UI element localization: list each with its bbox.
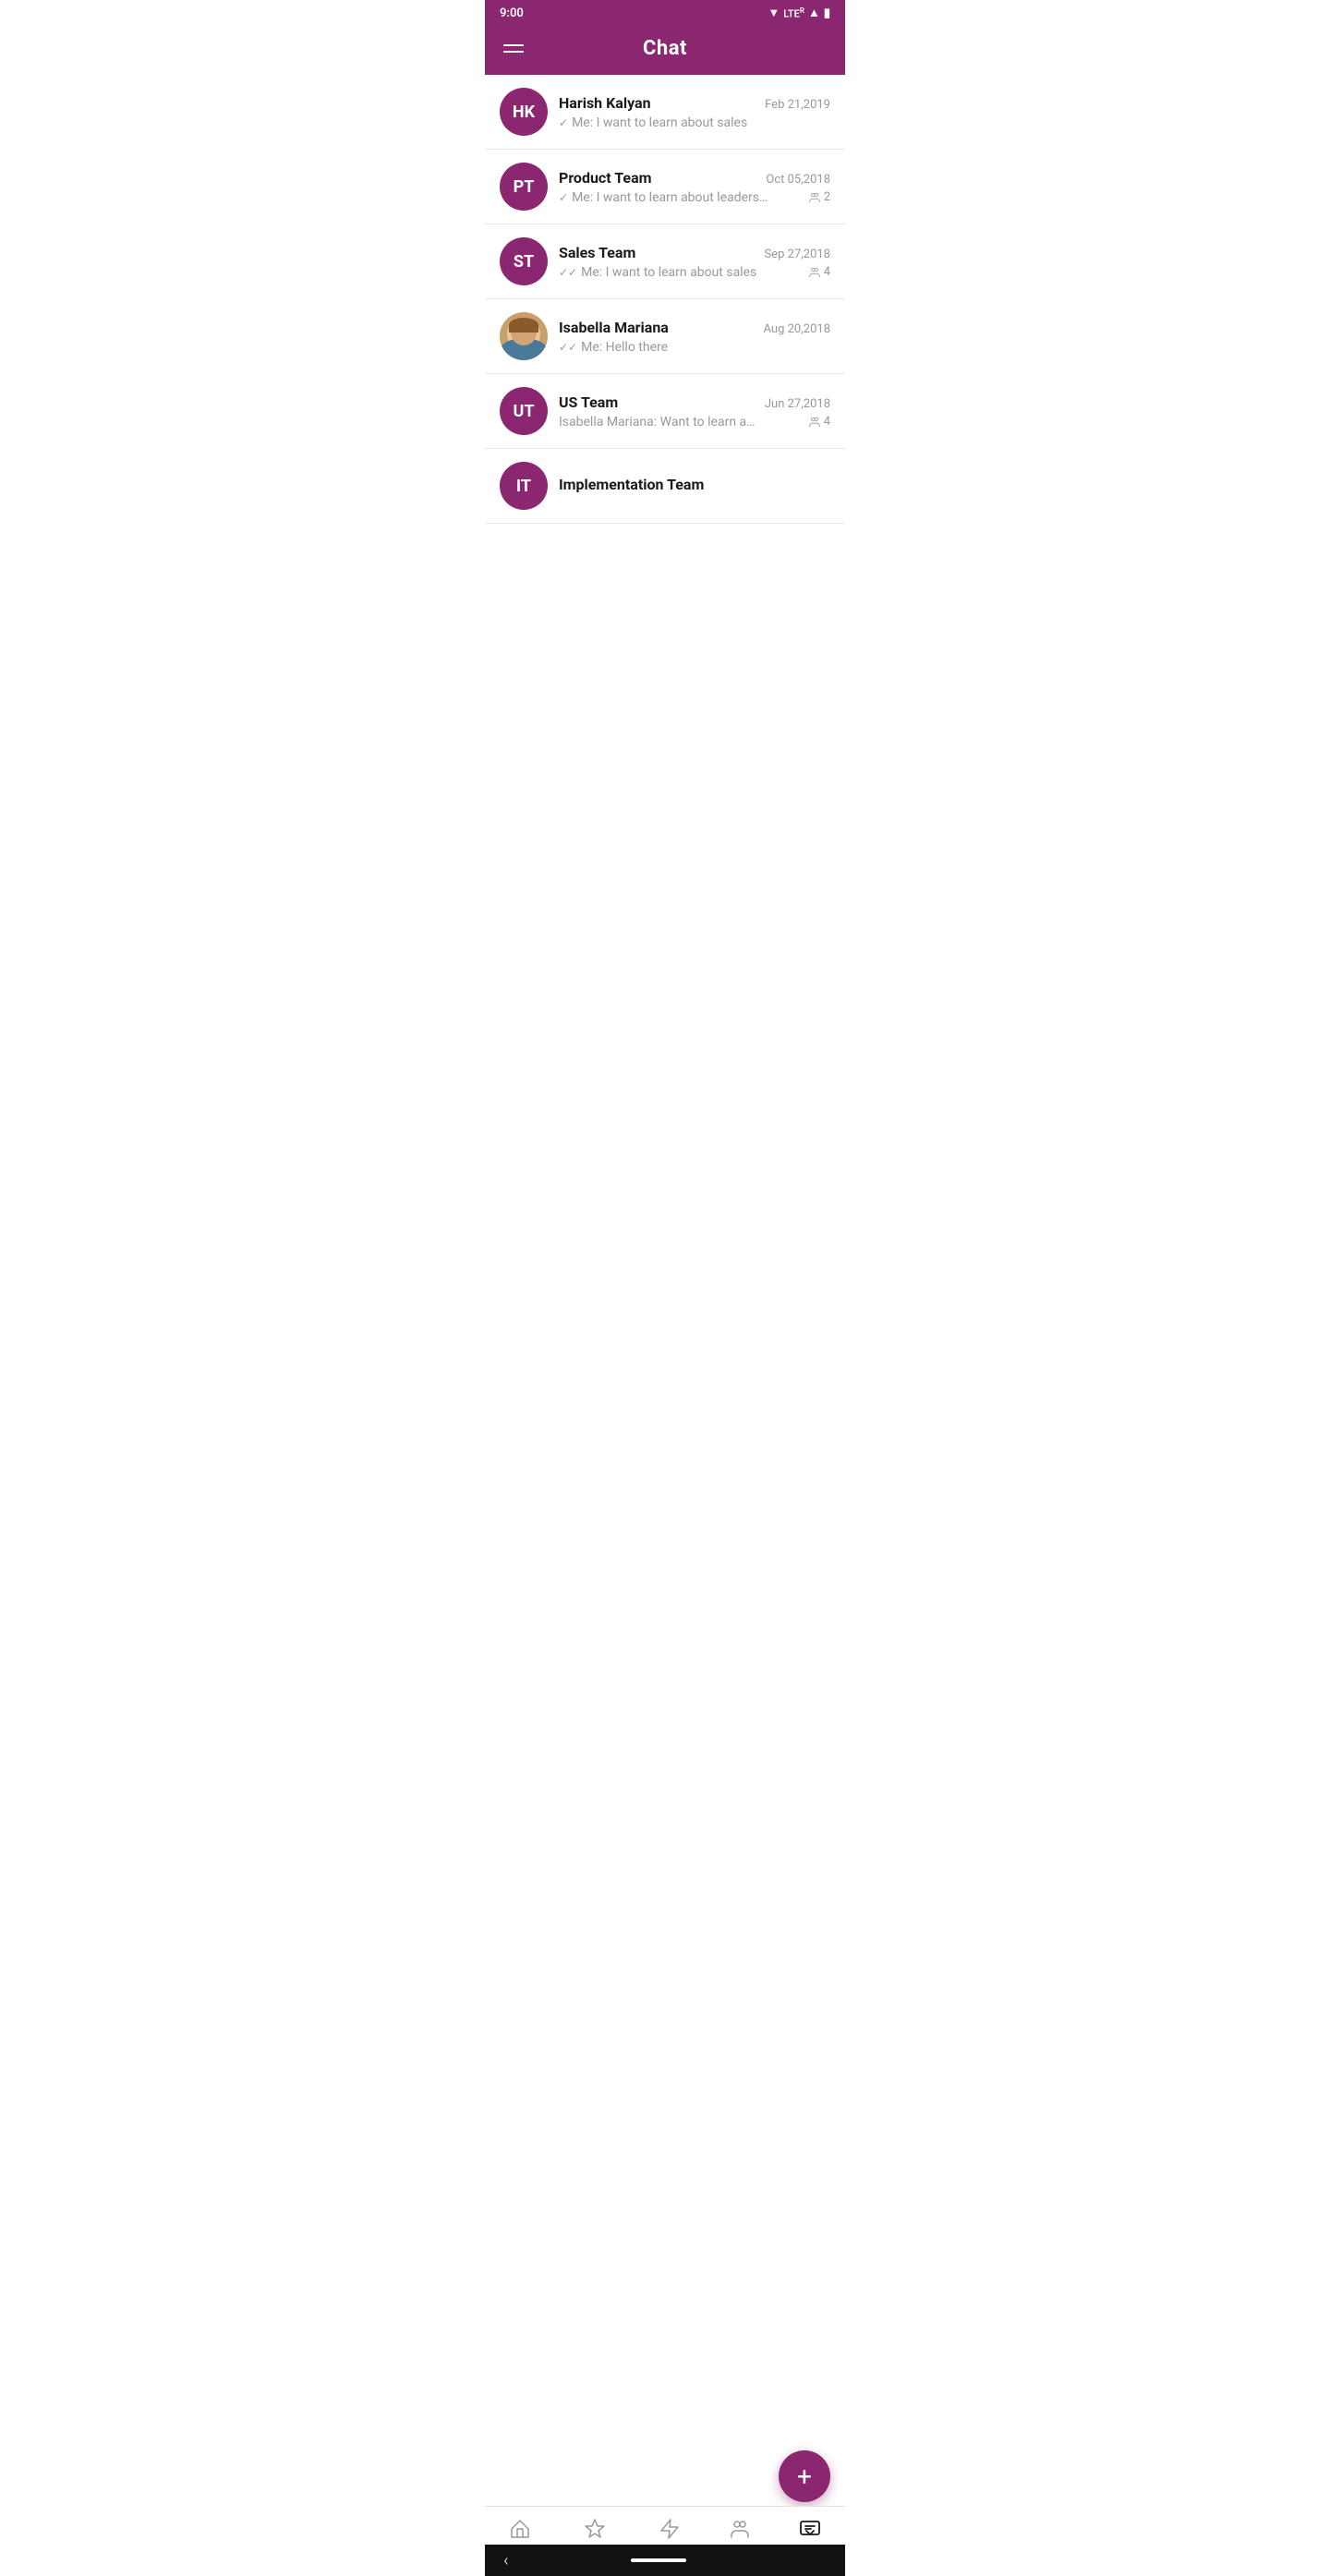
chat-item[interactable]: Isabella Mariana Aug 20,2018 ✓✓Me: Hello… [485, 299, 845, 374]
chat-date: Sep 27,2018 [764, 248, 830, 261]
chat-item[interactable]: HK Harish Kalyan Feb 21,2019 ✓Me: I want… [485, 75, 845, 150]
chat-list: HK Harish Kalyan Feb 21,2019 ✓Me: I want… [485, 75, 845, 616]
chat-top-row: Product Team Oct 05,2018 [559, 169, 830, 187]
signal-icon: ▲ [808, 6, 820, 20]
chat-date: Aug 20,2018 [764, 322, 831, 336]
chat-name: Sales Team [559, 244, 635, 261]
back-button[interactable]: ‹ [503, 2551, 508, 2570]
page-title: Chat [527, 37, 803, 60]
chat-preview: ✓✓Me: Hello there [559, 340, 830, 355]
chat-name: Harish Kalyan [559, 94, 651, 112]
chat-bottom-row: ✓✓Me: I want to learn about sales 4 [559, 265, 830, 280]
avatar: HK [500, 88, 548, 136]
chat-date: Jun 27,2018 [765, 397, 830, 411]
status-icons: ▼ LTER ▲ ▮ [768, 6, 830, 20]
chat-content: US Team Jun 27,2018 Isabella Mariana: Wa… [559, 393, 830, 429]
time: 9:00 [500, 6, 524, 20]
chat-content: Implementation Team [559, 476, 830, 497]
chat-name: US Team [559, 393, 618, 411]
chat-bottom-row: Isabella Mariana: Want to learn about co… [559, 415, 830, 429]
chat-name: Isabella Mariana [559, 319, 669, 336]
chat-preview: ✓✓Me: I want to learn about sales [559, 265, 808, 280]
chat-top-row: Isabella Mariana Aug 20,2018 [559, 319, 830, 336]
avatar: IT [500, 462, 548, 510]
chat-name: Implementation Team [559, 476, 704, 493]
member-count: 2 [808, 190, 830, 204]
chat-bottom-row: ✓Me: I want to learn about sales [559, 115, 830, 130]
chat-top-row: Harish Kalyan Feb 21,2019 [559, 94, 830, 112]
chat-content: Product Team Oct 05,2018 ✓Me: I want to … [559, 169, 830, 205]
chat-date: Oct 05,2018 [766, 173, 830, 187]
chat-bottom-row: ✓✓Me: Hello there [559, 340, 830, 355]
status-bar: 9:00 ▼ LTER ▲ ▮ [485, 0, 845, 26]
chat-content: Isabella Mariana Aug 20,2018 ✓✓Me: Hello… [559, 319, 830, 355]
buzz-icon [659, 2518, 681, 2546]
chat-top-row: Implementation Team [559, 476, 830, 493]
lte-label: LTER [783, 6, 804, 20]
double-check-icon: ✓✓ [559, 266, 577, 279]
battery-icon: ▮ [824, 6, 830, 20]
chat-item[interactable]: ST Sales Team Sep 27,2018 ✓✓Me: I want t… [485, 224, 845, 299]
leaderboard-icon [584, 2518, 606, 2546]
header: Chat [485, 26, 845, 75]
member-count: 4 [808, 415, 830, 429]
teams-icon [729, 2518, 751, 2546]
chat-top-row: US Team Jun 27,2018 [559, 393, 830, 411]
menu-button[interactable] [500, 41, 527, 56]
chat-item[interactable]: IT Implementation Team [485, 449, 845, 524]
check-icon: ✓ [559, 191, 568, 204]
system-nav-bar: ‹ [485, 2545, 845, 2576]
chat-name: Product Team [559, 169, 652, 187]
chat-content: Harish Kalyan Feb 21,2019 ✓Me: I want to… [559, 94, 830, 130]
double-check-icon: ✓✓ [559, 341, 577, 354]
chat-preview: ✓Me: I want to learn about leadership [559, 190, 808, 205]
member-count: 4 [808, 265, 830, 279]
chat-item[interactable]: PT Product Team Oct 05,2018 ✓Me: I want … [485, 150, 845, 224]
chat-bottom-row: ✓Me: I want to learn about leadership 2 [559, 190, 830, 205]
chat-preview: Isabella Mariana: Want to learn about co… [559, 415, 808, 429]
chat-preview: ✓Me: I want to learn about sales [559, 115, 830, 130]
chats-icon [799, 2518, 821, 2546]
chat-content: Sales Team Sep 27,2018 ✓✓Me: I want to l… [559, 244, 830, 280]
avatar: ST [500, 237, 548, 285]
avatar [500, 312, 548, 360]
wifi-icon: ▼ [768, 6, 780, 20]
home-icon [509, 2518, 531, 2546]
plus-icon: + [797, 2461, 812, 2492]
home-pill[interactable] [631, 2558, 686, 2562]
avatar: PT [500, 163, 548, 211]
new-chat-button[interactable]: + [779, 2450, 830, 2502]
avatar: UT [500, 387, 548, 435]
chat-date: Feb 21,2019 [765, 98, 830, 112]
chat-top-row: Sales Team Sep 27,2018 [559, 244, 830, 261]
check-icon: ✓ [559, 116, 568, 129]
chat-item[interactable]: UT US Team Jun 27,2018 Isabella Mariana:… [485, 374, 845, 449]
